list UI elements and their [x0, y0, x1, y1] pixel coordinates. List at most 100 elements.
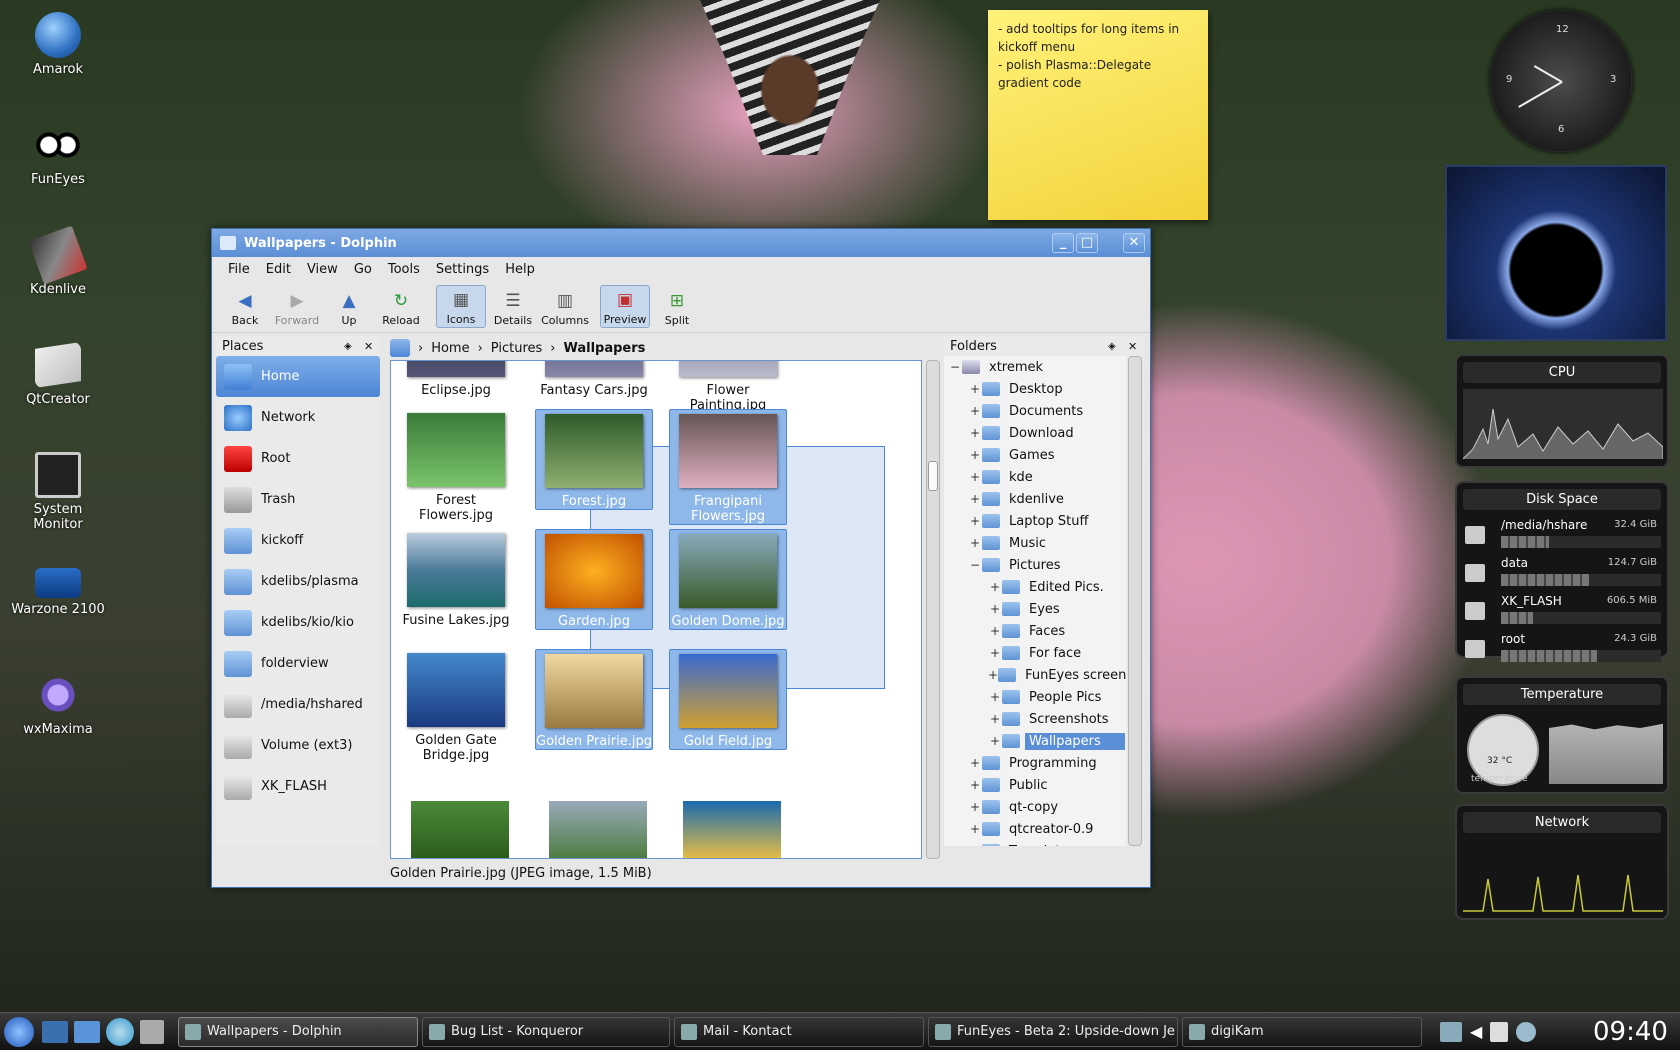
tree-item-xtremek[interactable]: − xtremek	[944, 356, 1126, 378]
expand-icon[interactable]: +	[968, 404, 982, 418]
desktop-icon-qtcreator[interactable]: QtCreator	[8, 342, 108, 407]
file-item[interactable]: Eclipse.jpg	[397, 361, 515, 398]
tree-item-programming[interactable]: + Programming	[944, 752, 1126, 774]
place--media-hshared[interactable]: /media/hshared	[216, 684, 380, 725]
menu-help[interactable]: Help	[497, 262, 543, 277]
desktop-switch-icon[interactable]	[42, 1020, 68, 1043]
icons-button[interactable]: ▦ Icons	[436, 285, 486, 328]
place-folderview[interactable]: folderview	[216, 643, 380, 684]
tree-item-wallpapers[interactable]: + Wallpapers	[944, 730, 1126, 752]
desktop-icon-funeyes[interactable]: FunEyes	[8, 122, 108, 187]
place-xk-flash[interactable]: XK_FLASH	[216, 766, 380, 807]
expand-icon[interactable]: +	[968, 514, 982, 528]
expand-icon[interactable]: +	[968, 756, 982, 770]
reload-button[interactable]: ↻ Reload	[376, 287, 426, 328]
kickoff-menu-icon[interactable]	[4, 1016, 34, 1047]
network-tray-icon[interactable]	[1440, 1021, 1462, 1042]
task-button[interactable]: Wallpapers - Dolphin	[178, 1016, 418, 1047]
tree-item-pictures[interactable]: − Pictures	[944, 554, 1126, 576]
collapse-icon[interactable]: −	[968, 558, 982, 572]
menu-go[interactable]: Go	[346, 262, 380, 277]
menu-settings[interactable]: Settings	[428, 262, 497, 277]
window-titlebar[interactable]: Wallpapers - Dolphin _ □ ✕	[212, 229, 1150, 257]
tree-item-download[interactable]: + Download	[944, 422, 1126, 444]
desktop-icon-system-monitor[interactable]: System Monitor	[8, 452, 108, 532]
tree-item-qt-copy[interactable]: + qt-copy	[944, 796, 1126, 818]
sticky-note[interactable]: - add tooltips for long items in kickoff…	[988, 10, 1208, 220]
tree-item-templates[interactable]: + Templates	[944, 840, 1126, 846]
columns-button[interactable]: ▥ Columns	[540, 287, 590, 328]
clipboard-icon[interactable]	[1490, 1021, 1509, 1042]
menu-view[interactable]: View	[299, 262, 346, 277]
tree-item-documents[interactable]: + Documents	[944, 400, 1126, 422]
place-volume-ext3-[interactable]: Volume (ext3)	[216, 725, 380, 766]
expand-icon[interactable]: +	[988, 580, 1002, 594]
expand-icon[interactable]: +	[968, 800, 982, 814]
tree-item-desktop[interactable]: + Desktop	[944, 378, 1126, 400]
file-item[interactable]: Forest Flowers.jpg	[397, 409, 515, 523]
expand-icon[interactable]: +	[988, 646, 1002, 660]
place-network[interactable]: Network	[216, 397, 380, 438]
file-item[interactable]: Fantasy Cars.jpg	[535, 361, 653, 398]
place-trash[interactable]: Trash	[216, 479, 380, 520]
forward-button[interactable]: ▶ Forward	[272, 287, 322, 328]
task-button[interactable]: digiKam	[1182, 1016, 1422, 1047]
desktop-icon-warzone[interactable]: Warzone 2100	[8, 568, 108, 617]
up-button[interactable]: ▲ Up	[324, 287, 374, 328]
tree-item-for-face[interactable]: + For face	[944, 642, 1126, 664]
expand-icon[interactable]: +	[968, 822, 982, 836]
tree-item-edited-pics-[interactable]: + Edited Pics.	[944, 576, 1126, 598]
file-item[interactable]: Fusine Lakes.jpg	[397, 529, 515, 628]
file-view[interactable]: Eclipse.jpg Fantasy Cars.jpg Flower Painti…	[390, 360, 922, 859]
expand-icon[interactable]: +	[968, 470, 982, 484]
device-notifier-icon[interactable]	[1516, 1021, 1537, 1042]
konqueror-icon[interactable]	[106, 1017, 134, 1046]
file-item[interactable]: Golden Dome.jpg	[669, 529, 787, 630]
panel-close-icon[interactable]: ✕	[364, 340, 373, 353]
task-button[interactable]: Bug List - Konqueror	[422, 1016, 670, 1047]
tree-item-people-pics[interactable]: + People Pics	[944, 686, 1126, 708]
expand-icon[interactable]: +	[988, 624, 1002, 638]
breadcrumb-pictures[interactable]: Pictures	[491, 341, 542, 356]
expand-icon[interactable]: +	[988, 602, 1002, 616]
file-item[interactable]: Forest.jpg	[535, 409, 653, 510]
scrollbar-thumb[interactable]	[928, 461, 938, 491]
breadcrumb-home[interactable]: Home	[431, 341, 469, 356]
menu-edit[interactable]: Edit	[258, 262, 299, 277]
tree-scrollbar[interactable]	[1128, 356, 1142, 846]
computer-icon[interactable]	[140, 1019, 164, 1044]
file-item[interactable]: Golden Gate Bridge.jpg	[397, 649, 515, 763]
maximize-button[interactable]: □	[1076, 233, 1098, 253]
preview-button[interactable]: ▣ Preview	[600, 285, 650, 328]
volume-icon[interactable]: ◀	[1470, 1022, 1482, 1041]
expand-icon[interactable]: +	[988, 690, 1002, 704]
expand-icon[interactable]: −	[948, 360, 962, 374]
menu-tools[interactable]: Tools	[380, 262, 428, 277]
expand-icon[interactable]: +	[988, 734, 1002, 748]
place-root[interactable]: Root	[216, 438, 380, 479]
details-button[interactable]: ☰ Details	[488, 287, 538, 328]
home-folder-icon[interactable]	[74, 1020, 100, 1043]
expand-icon[interactable]: +	[968, 382, 982, 396]
taskbar-clock[interactable]: 09:40	[1593, 1017, 1668, 1047]
tree-item-qtcreator-0-9[interactable]: + qtcreator-0.9	[944, 818, 1126, 840]
file-item[interactable]: Frangipani Flowers.jpg	[669, 409, 787, 525]
file-item[interactable]: Golden Prairie.jpg	[535, 649, 653, 750]
desktop-icon-wxmaxima[interactable]: wxMaxima	[8, 672, 108, 737]
place-kickoff[interactable]: kickoff	[216, 520, 380, 561]
tree-item-eyes[interactable]: + Eyes	[944, 598, 1126, 620]
expand-icon[interactable]: +	[968, 426, 982, 440]
task-button[interactable]: Mail - Kontact	[674, 1016, 924, 1047]
tree-item-screenshots[interactable]: + Screenshots	[944, 708, 1126, 730]
close-button[interactable]: ✕	[1123, 233, 1145, 253]
panel-float-icon[interactable]: ◈	[344, 341, 352, 352]
panel-float-icon[interactable]: ◈	[1108, 341, 1116, 352]
file-item[interactable]: Gold Field.jpg	[669, 649, 787, 750]
place-kdelibs-kio-kio[interactable]: kdelibs/kio/kio	[216, 602, 380, 643]
tree-item-music[interactable]: + Music	[944, 532, 1126, 554]
expand-icon[interactable]: +	[968, 844, 982, 846]
expand-icon[interactable]: +	[988, 668, 998, 682]
view-scrollbar[interactable]	[926, 360, 940, 859]
task-button[interactable]: FunEyes - Beta 2: Upside-down Je	[928, 1016, 1178, 1047]
expand-icon[interactable]: +	[968, 778, 982, 792]
